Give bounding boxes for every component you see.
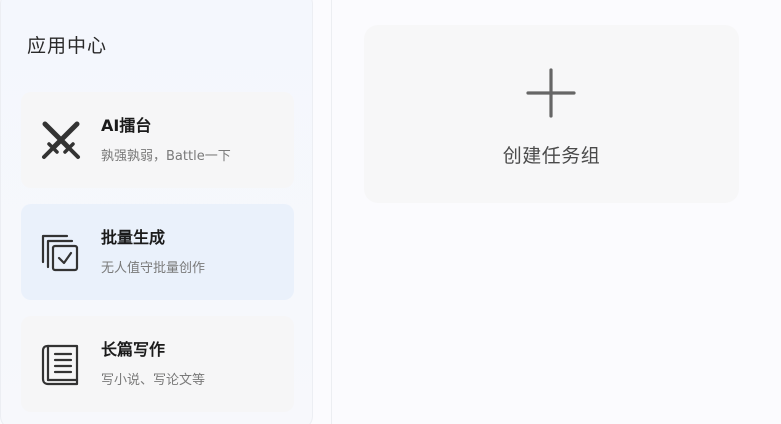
panel-divider (331, 0, 332, 424)
sidebar-title: 应用中心 (27, 35, 108, 57)
crossed-swords-icon (39, 118, 83, 162)
create-task-group-button[interactable]: 创建任务组 (364, 25, 739, 203)
app-card-desc: 无人值守批量创作 (101, 261, 206, 276)
app-card-ai-arena[interactable]: AI擂台 孰强孰弱，Battle一下 (21, 92, 294, 188)
batch-generate-icon (39, 230, 83, 274)
book-icon (39, 342, 83, 386)
app-card-title: AI擂台 (101, 116, 152, 135)
app-window: 应用中心 AI擂台 孰强孰弱，Battle一下 批量生成 无人值守批量创作 长篇… (0, 0, 781, 424)
app-center-sidebar: 应用中心 AI擂台 孰强孰弱，Battle一下 批量生成 无人值守批量创作 长篇… (0, 0, 313, 424)
create-task-group-label: 创建任务组 (502, 145, 601, 167)
app-card-title: 批量生成 (101, 228, 166, 247)
app-card-batch-generate[interactable]: 批量生成 无人值守批量创作 (21, 204, 294, 300)
app-card-title: 长篇写作 (101, 340, 166, 359)
app-card-desc: 孰强孰弱，Battle一下 (101, 149, 231, 164)
app-card-long-writing[interactable]: 长篇写作 写小说、写论文等 (21, 316, 294, 412)
plus-icon (526, 68, 576, 118)
app-card-desc: 写小说、写论文等 (101, 373, 206, 388)
